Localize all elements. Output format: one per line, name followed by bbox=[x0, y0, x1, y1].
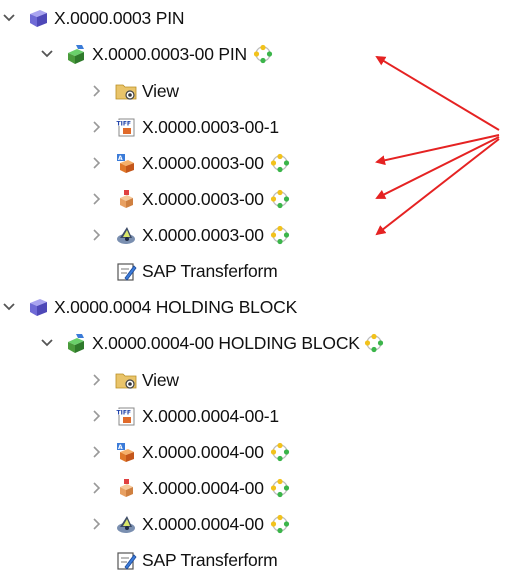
tree-node-label: X.0000.0003-00 bbox=[142, 189, 264, 209]
tree-node-sap-transferform[interactable]: SAP Transferform bbox=[114, 257, 278, 285]
chevron-right-icon[interactable] bbox=[88, 149, 106, 177]
tree-node-label: X.0000.0003-00 bbox=[142, 153, 264, 173]
assembly-model-icon: A bbox=[114, 440, 138, 464]
status-cycle-icon[interactable] bbox=[269, 477, 291, 499]
tree-node-label: X.0000.0004-00 bbox=[142, 514, 264, 534]
tree-node-holding-block-document[interactable]: X.0000.0004-00 HOLDING BLOCK bbox=[38, 329, 385, 357]
tree-node-pin-material[interactable]: X.0000.0003 PIN bbox=[0, 4, 184, 32]
svg-text:A: A bbox=[118, 444, 123, 451]
structure-tree: X.0000.0003 PIN X.0000.0003-00 PIN View … bbox=[0, 0, 510, 576]
status-cycle-icon[interactable] bbox=[269, 224, 291, 246]
tree-node-assembly-model[interactable]: A X.0000.0003-00 bbox=[88, 149, 291, 177]
chevron-right-icon[interactable] bbox=[88, 510, 106, 538]
tree-node-label: SAP Transferform bbox=[142, 261, 278, 281]
chevron-right-icon[interactable] bbox=[88, 402, 106, 430]
assembly-model-icon: A bbox=[114, 151, 138, 175]
tree-node-drawing-model[interactable]: X.0000.0004-00 bbox=[88, 510, 291, 538]
svg-text:A: A bbox=[118, 155, 123, 162]
chevron-right-icon[interactable] bbox=[88, 185, 106, 213]
tree-node-label: X.0000.0004-00 bbox=[142, 442, 264, 462]
chevron-right-icon[interactable] bbox=[88, 221, 106, 249]
tree-node-part-model[interactable]: X.0000.0004-00 bbox=[88, 474, 291, 502]
view-folder-icon bbox=[114, 79, 138, 103]
tree-node-label: X.0000.0004-00 HOLDING BLOCK bbox=[92, 333, 360, 353]
chevron-down-icon[interactable] bbox=[38, 329, 56, 357]
part-model-icon bbox=[114, 187, 138, 211]
transfer-form-icon bbox=[114, 548, 138, 572]
tree-node-view[interactable]: View bbox=[88, 366, 179, 394]
drawing-model-icon bbox=[114, 512, 138, 536]
tree-node-pin-document[interactable]: X.0000.0003-00 PIN bbox=[38, 40, 274, 68]
tree-node-holding-block-material[interactable]: X.0000.0004 HOLDING BLOCK bbox=[0, 293, 297, 321]
tree-node-label: View bbox=[142, 370, 179, 390]
tree-node-label: X.0000.0003-00 PIN bbox=[92, 44, 247, 64]
tree-node-label: X.0000.0003 PIN bbox=[54, 8, 185, 28]
svg-text:TIFF: TIFF bbox=[117, 121, 132, 128]
document-info-record-icon bbox=[64, 331, 88, 355]
tree-node-label: View bbox=[142, 81, 179, 101]
view-folder-icon bbox=[114, 368, 138, 392]
chevron-right-icon[interactable] bbox=[88, 438, 106, 466]
tree-node-sap-transferform[interactable]: SAP Transferform bbox=[114, 546, 278, 574]
part-cube-icon bbox=[26, 6, 50, 30]
chevron-down-icon[interactable] bbox=[0, 4, 18, 32]
document-info-record-icon bbox=[64, 42, 88, 66]
tree-node-label: X.0000.0003-00 bbox=[142, 225, 264, 245]
status-cycle-icon[interactable] bbox=[252, 43, 274, 65]
tree-node-label: X.0000.0004 HOLDING BLOCK bbox=[54, 297, 298, 317]
svg-text:TIFF: TIFF bbox=[117, 410, 132, 417]
tree-node-assembly-model[interactable]: A X.0000.0004-00 bbox=[88, 438, 291, 466]
tree-node-view[interactable]: View bbox=[88, 77, 179, 105]
status-cycle-icon[interactable] bbox=[269, 441, 291, 463]
transfer-form-icon bbox=[114, 259, 138, 283]
tree-node-drawing-model[interactable]: X.0000.0003-00 bbox=[88, 221, 291, 249]
chevron-right-icon[interactable] bbox=[88, 366, 106, 394]
status-cycle-icon[interactable] bbox=[269, 152, 291, 174]
tree-node-label: X.0000.0004-00-1 bbox=[142, 406, 279, 426]
tiff-file-icon: TIFF bbox=[114, 115, 138, 139]
status-cycle-icon[interactable] bbox=[363, 332, 385, 354]
status-cycle-icon[interactable] bbox=[269, 188, 291, 210]
tiff-file-icon: TIFF bbox=[114, 404, 138, 428]
status-cycle-icon[interactable] bbox=[269, 513, 291, 535]
drawing-model-icon bbox=[114, 223, 138, 247]
tree-node-tiff[interactable]: TIFF X.0000.0003-00-1 bbox=[88, 113, 279, 141]
chevron-down-icon[interactable] bbox=[0, 293, 18, 321]
tree-node-label: X.0000.0003-00-1 bbox=[142, 117, 279, 137]
tree-node-label: X.0000.0004-00 bbox=[142, 478, 264, 498]
chevron-right-icon[interactable] bbox=[88, 474, 106, 502]
chevron-right-icon[interactable] bbox=[88, 77, 106, 105]
chevron-down-icon[interactable] bbox=[38, 40, 56, 68]
tree-node-label: SAP Transferform bbox=[142, 550, 278, 570]
tree-node-tiff[interactable]: TIFF X.0000.0004-00-1 bbox=[88, 402, 279, 430]
part-model-icon bbox=[114, 476, 138, 500]
part-cube-icon bbox=[26, 295, 50, 319]
tree-node-part-model[interactable]: X.0000.0003-00 bbox=[88, 185, 291, 213]
chevron-right-icon[interactable] bbox=[88, 113, 106, 141]
